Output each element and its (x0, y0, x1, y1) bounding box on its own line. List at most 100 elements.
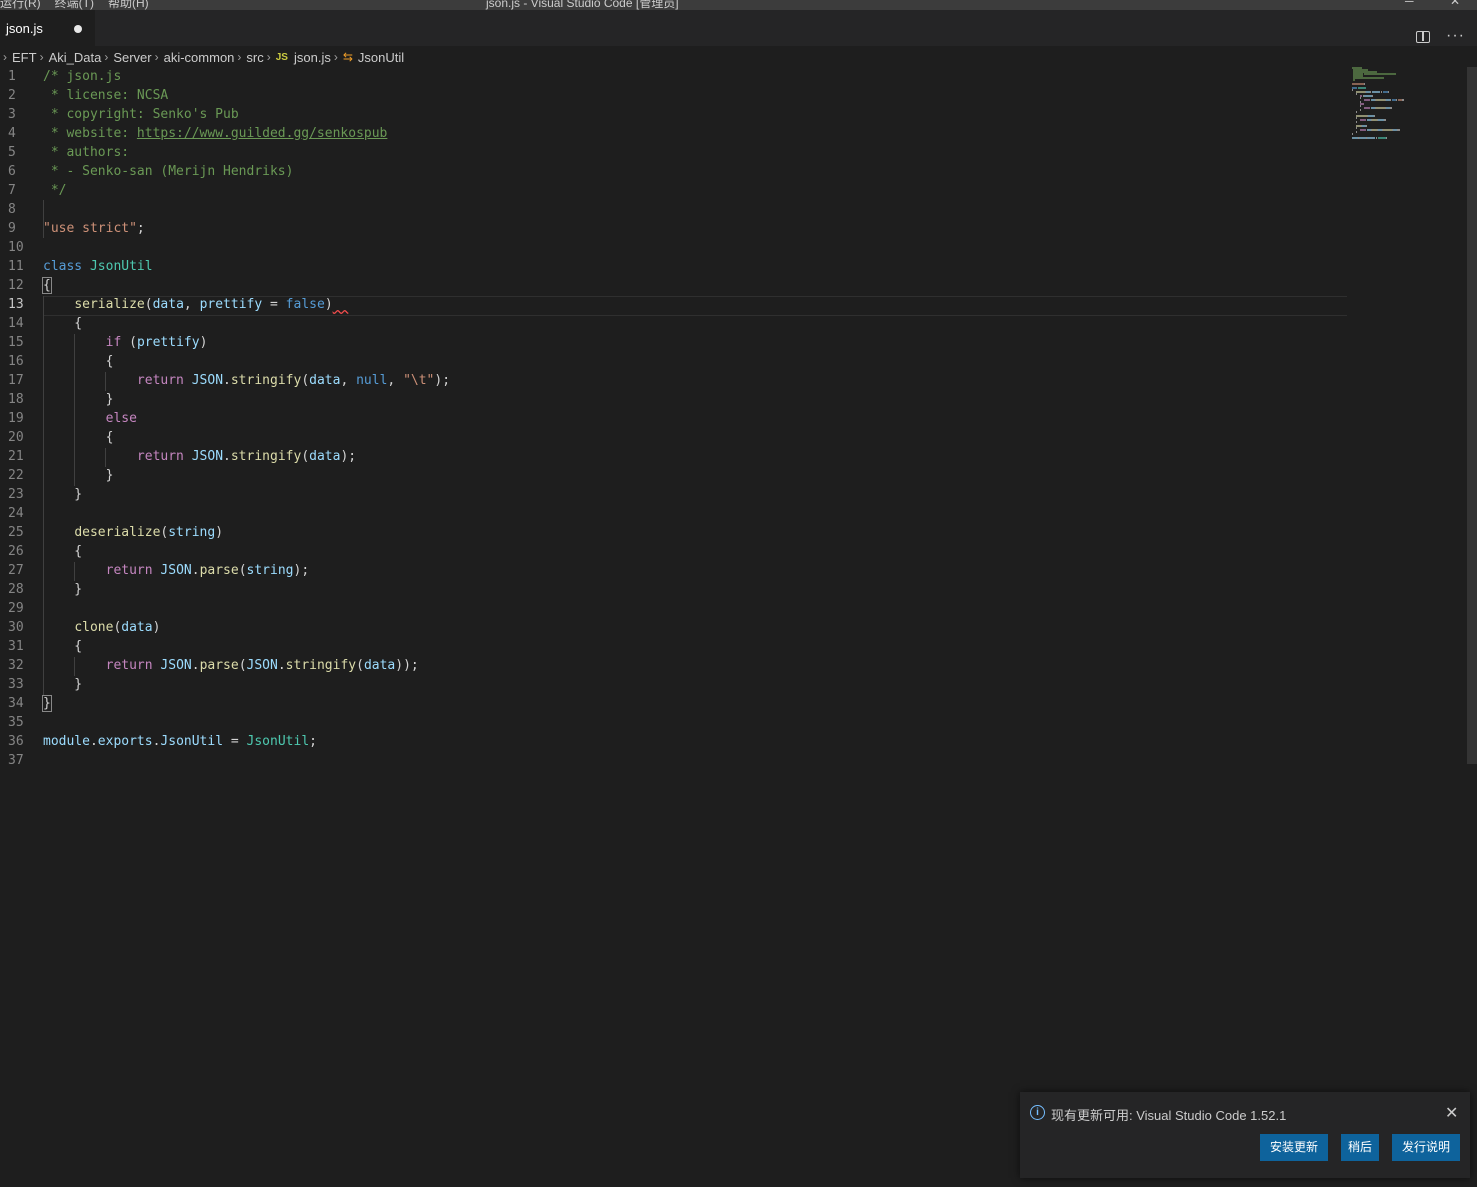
code-line[interactable]: 20 { (0, 428, 1347, 447)
code-line[interactable]: 10 (0, 238, 1347, 257)
unsaved-dot-icon[interactable] (74, 25, 82, 33)
breadcrumb-item-symbol[interactable]: JsonUtil (358, 50, 404, 65)
code-line[interactable]: 9 "use strict"; (0, 219, 1347, 238)
line-code: return JSON.stringify(data, null, "\t"); (43, 371, 450, 390)
code-line[interactable]: 8 (0, 200, 1347, 219)
code-editor[interactable]: 1/* json.js 2 * license: NCSA 3 * copyrigh… (0, 67, 1347, 1187)
install-update-button[interactable]: 安装更新 (1260, 1134, 1328, 1161)
close-window-icon[interactable]: ✕ (1450, 0, 1460, 8)
code-line[interactable]: 15 if (prettify) (0, 333, 1347, 352)
breadcrumb-item-src[interactable]: src (246, 50, 263, 65)
minimap-mark (1383, 129, 1392, 131)
code-line[interactable]: 37 (0, 751, 1347, 770)
code-line[interactable]: 13 serialize(data, prettify = false) (0, 295, 1347, 314)
code-line[interactable]: 31 { (0, 637, 1347, 656)
code-token: data (121, 620, 153, 635)
tab-json-js[interactable]: json.js (0, 10, 95, 46)
line-code: } (42, 694, 52, 713)
code-line[interactable]: 26 { (0, 542, 1347, 561)
code-token: parse (199, 658, 239, 673)
info-icon: i (1030, 1105, 1045, 1120)
code-line[interactable]: 14 { (0, 314, 1347, 333)
code-line[interactable]: 2 * license: NCSA (0, 86, 1347, 105)
code-token: JSON (160, 658, 192, 673)
code-line[interactable]: 29 (0, 599, 1347, 618)
code-line[interactable]: 16 { (0, 352, 1347, 371)
vertical-scrollbar[interactable] (1467, 67, 1477, 1187)
code-line[interactable]: 23 } (0, 485, 1347, 504)
line-code: { (43, 352, 114, 371)
code-token: } (43, 582, 83, 597)
minimap[interactable] (1352, 67, 1468, 147)
breadcrumb-item-aki-common[interactable]: aki-common (164, 50, 235, 65)
breadcrumb-item-file[interactable]: json.js (294, 50, 331, 65)
code-line[interactable]: 24 (0, 504, 1347, 523)
minimize-icon[interactable]: ─ (1405, 0, 1414, 8)
menu-terminal[interactable]: 终端(T) (55, 0, 94, 10)
code-line[interactable]: 30 clone(data) (0, 618, 1347, 637)
code-line[interactable]: 22 } (0, 466, 1347, 485)
code-line[interactable]: 34} (0, 694, 1347, 713)
code-line[interactable]: 7 */ (0, 181, 1347, 200)
code-token: JSON (191, 373, 224, 388)
more-actions-icon[interactable]: ··· (1446, 27, 1465, 45)
code-token: return (136, 373, 192, 388)
later-button[interactable]: 稍后 (1341, 1134, 1379, 1161)
line-code: * license: NCSA (43, 86, 168, 105)
code-token: class (43, 259, 90, 274)
code-line[interactable]: 21 return JSON.stringify(data); (0, 447, 1347, 466)
minimap-mark (1364, 95, 1372, 97)
menu-help[interactable]: 帮助(H) (108, 0, 149, 10)
minimap-mark (1360, 109, 1361, 111)
code-line[interactable]: 25 deserialize(string) (0, 523, 1347, 542)
code-token: return (105, 658, 161, 673)
code-token: null (356, 373, 388, 388)
code-line[interactable]: 32 return JSON.parse(JSON.stringify(data… (0, 656, 1347, 675)
code-line[interactable]: 18 } (0, 390, 1347, 409)
minimap-mark (1356, 91, 1365, 93)
line-number: 11 (8, 259, 24, 274)
code-token: ( (238, 563, 247, 578)
code-line[interactable]: 5 * authors: (0, 143, 1347, 162)
code-line[interactable]: 33 } (0, 675, 1347, 694)
release-notes-button[interactable]: 发行说明 (1392, 1134, 1460, 1161)
code-line[interactable]: 12 { (0, 276, 1347, 295)
code-line[interactable]: 35 (0, 713, 1347, 732)
code-line[interactable]: 11 class JsonUtil (0, 257, 1347, 276)
code-line[interactable]: 6 * - Senko-san (Merijn Hendriks) (0, 162, 1347, 181)
minimap-mark (1356, 115, 1367, 117)
breadcrumb-item-eft[interactable]: EFT (12, 50, 37, 65)
code-token: if (105, 335, 122, 350)
chevron-right-icon: › (154, 50, 159, 64)
code-token: { (43, 544, 83, 559)
code-line[interactable]: 19 else (0, 409, 1347, 428)
breadcrumb-item-aki-data[interactable]: Aki_Data (49, 50, 102, 65)
code-line[interactable]: 4 * website: https://www.guilded.gg/senk… (0, 124, 1347, 143)
line-number: 15 (8, 335, 24, 350)
code-token: serialize (74, 297, 145, 312)
minimap-mark (1364, 107, 1370, 109)
minimap-mark (1372, 91, 1380, 93)
code-line[interactable]: 1 /* json.js (0, 67, 1347, 86)
minimap-mark (1364, 73, 1396, 75)
code-token: JsonUtil (246, 734, 310, 749)
menu-run[interactable]: 运行(R) (0, 0, 41, 10)
code-line[interactable]: 27 return JSON.parse(string); (0, 561, 1347, 580)
close-icon[interactable]: ✕ (1445, 1103, 1458, 1123)
line-number: 33 (8, 677, 24, 692)
code-token: } (43, 392, 114, 407)
code-line[interactable]: 28 } (0, 580, 1347, 599)
code-token[interactable]: https://www.guilded.gg/senkospub (137, 126, 387, 141)
menu-bar[interactable]: 运行(R) 终端(T) 帮助(H) (0, 0, 163, 10)
code-line[interactable]: 3 * copyright: Senko's Pub (0, 105, 1347, 124)
code-line[interactable]: 17 return JSON.stringify(data, null, "\t… (0, 371, 1347, 390)
code-line[interactable]: 36 module.exports.JsonUtil = JsonUtil; (0, 732, 1347, 751)
breadcrumb-item-server[interactable]: Server (113, 50, 151, 65)
scrollbar-thumb[interactable] (1467, 67, 1477, 764)
minimap-mark (1356, 117, 1357, 119)
split-editor-icon[interactable] (1416, 31, 1430, 43)
code-token: ( (121, 335, 137, 350)
